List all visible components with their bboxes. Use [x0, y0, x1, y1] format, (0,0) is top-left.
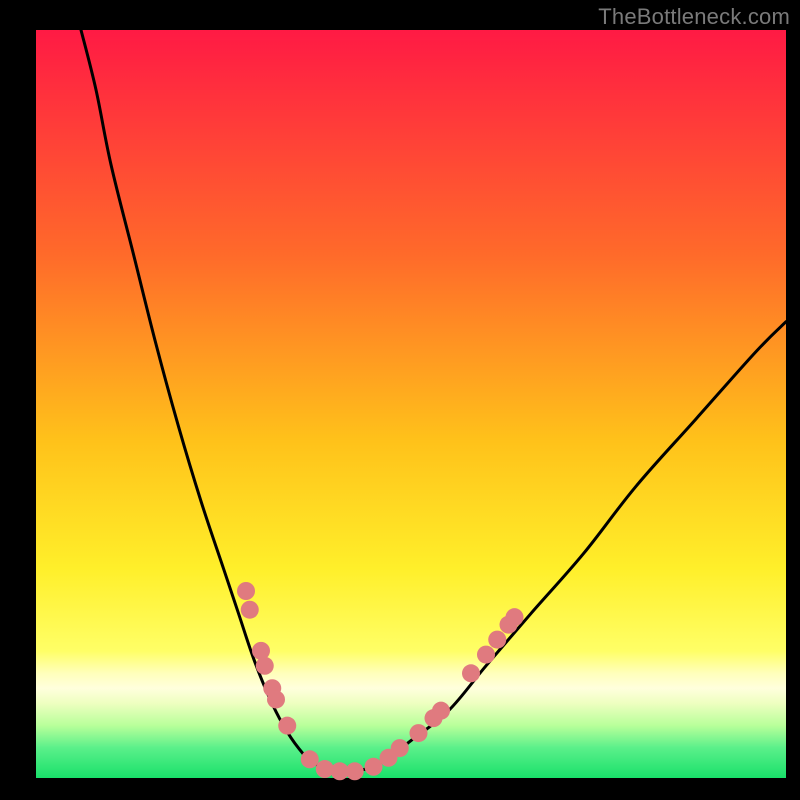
dot [278, 717, 296, 735]
dot [432, 702, 450, 720]
dot [301, 750, 319, 768]
dot [252, 642, 270, 660]
dot [506, 608, 524, 626]
plot-background [36, 30, 786, 778]
dot [462, 664, 480, 682]
dot [410, 724, 428, 742]
dot [391, 739, 409, 757]
dot [488, 631, 506, 649]
dot [477, 646, 495, 664]
dot [256, 657, 274, 675]
dot [346, 762, 364, 780]
dot [241, 601, 259, 619]
chart-svg [0, 0, 800, 800]
dot [237, 582, 255, 600]
dot [267, 690, 285, 708]
dot [365, 758, 383, 776]
chart-frame: TheBottleneck.com [0, 0, 800, 800]
watermark-text: TheBottleneck.com [598, 4, 790, 30]
